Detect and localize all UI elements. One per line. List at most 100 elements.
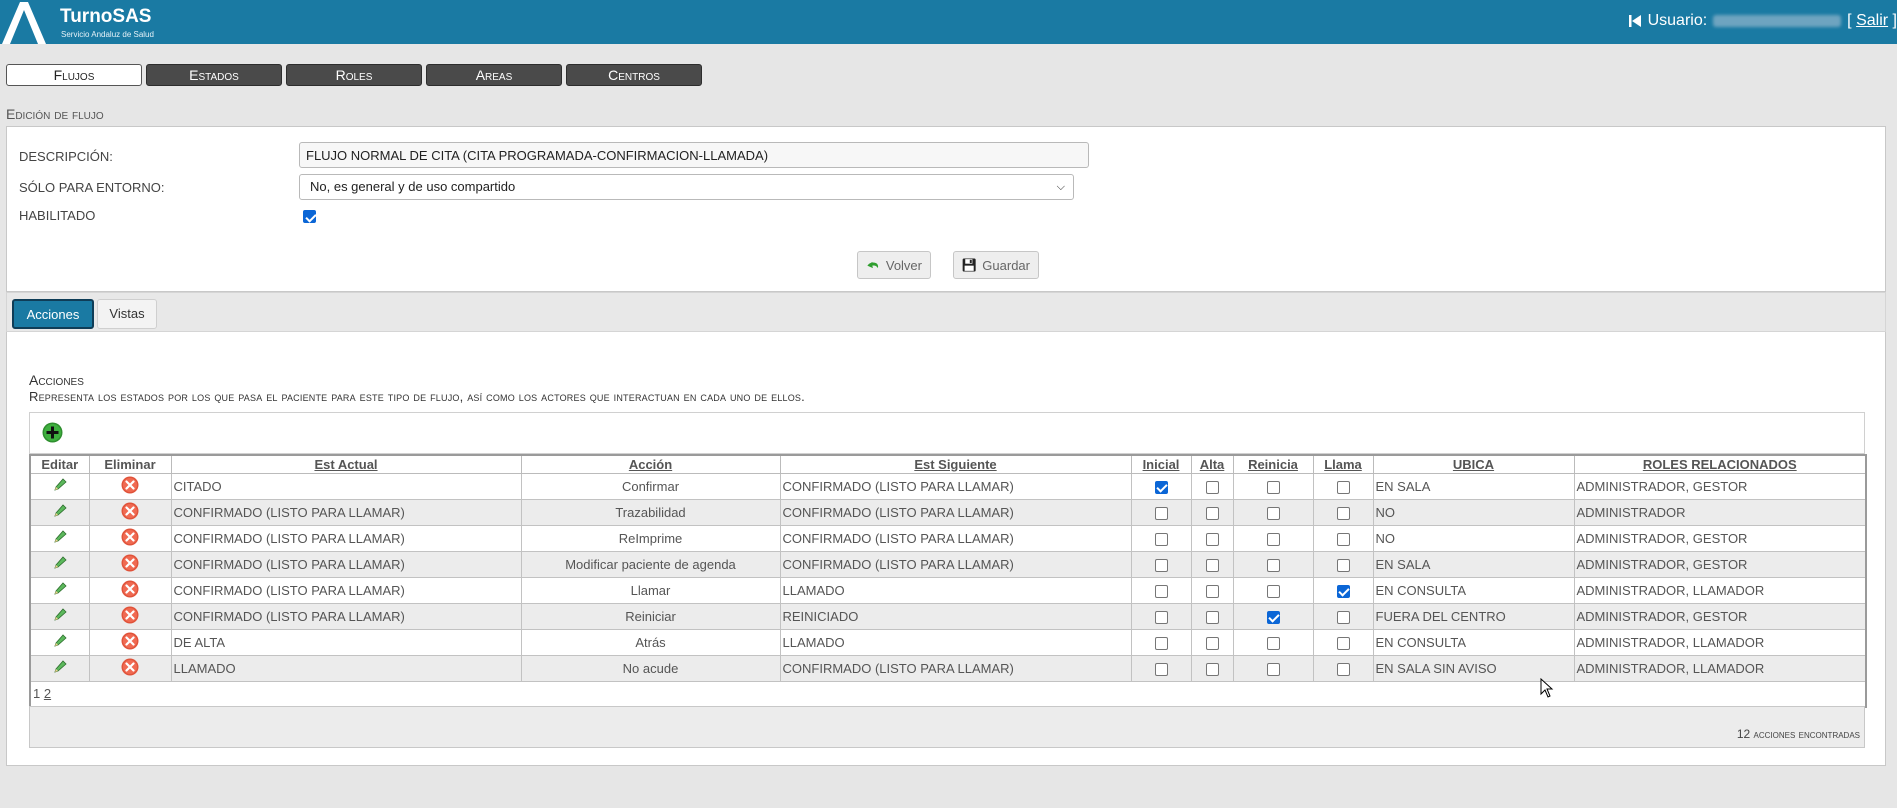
ubica-cell: EN SALA — [1372, 472, 1575, 500]
pager-link-2[interactable]: 2 — [44, 686, 51, 701]
edit-pencil-icon[interactable] — [52, 659, 68, 678]
reinicia-checkbox[interactable] — [1266, 610, 1280, 624]
reinicia-cell — [1232, 628, 1314, 656]
reinicia-cell — [1232, 524, 1314, 552]
tab-acciones[interactable]: Acciones — [12, 299, 94, 329]
alta-checkbox[interactable] — [1205, 532, 1219, 546]
col-est-actual[interactable]: Est Actual — [170, 454, 522, 474]
acciones-panel: Acciones Representa los estados por los … — [6, 332, 1886, 766]
est-siguiente-cell: CONFIRMADO (LISTO PARA LLAMAR) — [779, 472, 1132, 500]
top-header: TurnoSAS Servicio Andaluz de Salud Usuar… — [0, 0, 1897, 44]
llama-checkbox[interactable] — [1336, 662, 1350, 676]
table-row: CONFIRMADO (LISTO PARA LLAMAR) ReImprime C… — [29, 524, 1867, 552]
alta-checkbox[interactable] — [1205, 636, 1219, 650]
llama-checkbox[interactable] — [1336, 532, 1350, 546]
alta-checkbox[interactable] — [1205, 662, 1219, 676]
est-siguiente-cell: CONFIRMADO (LISTO PARA LLAMAR) — [779, 524, 1132, 552]
roles-cell: ADMINISTRADOR, LLAMADOR — [1573, 576, 1867, 604]
inicial-checkbox[interactable] — [1154, 480, 1168, 494]
table-row: LLAMADO No acude CONFIRMADO (LISTO PARA LL… — [29, 654, 1867, 682]
est-actual-cell: CONFIRMADO (LISTO PARA LLAMAR) — [170, 550, 522, 578]
inicial-checkbox[interactable] — [1154, 662, 1168, 676]
reinicia-checkbox[interactable] — [1266, 506, 1280, 520]
delete-icon[interactable] — [121, 606, 139, 627]
reinicia-checkbox[interactable] — [1266, 662, 1280, 676]
delete-icon[interactable] — [121, 502, 139, 523]
tab-vistas[interactable]: Vistas — [97, 299, 157, 329]
reinicia-checkbox[interactable] — [1266, 558, 1280, 572]
inicial-cell — [1130, 576, 1192, 604]
reinicia-checkbox[interactable] — [1266, 480, 1280, 494]
delete-icon[interactable] — [121, 632, 139, 653]
nav-estados[interactable]: Estados — [146, 64, 282, 86]
habilitado-checkbox[interactable] — [303, 210, 316, 224]
llama-checkbox[interactable] — [1336, 636, 1350, 650]
llama-checkbox[interactable] — [1336, 610, 1350, 624]
acciones-table: Editar Eliminar Est Actual Acción Est Si… — [29, 454, 1867, 708]
nav-areas[interactable]: Areas — [426, 64, 562, 86]
roles-cell: ADMINISTRADOR, GESTOR — [1573, 524, 1867, 552]
inicial-checkbox[interactable] — [1154, 558, 1168, 572]
logout-link[interactable]: Salir — [1856, 12, 1888, 30]
alta-cell — [1190, 498, 1234, 526]
alta-checkbox[interactable] — [1205, 584, 1219, 598]
reinicia-checkbox[interactable] — [1266, 584, 1280, 598]
alta-checkbox[interactable] — [1205, 610, 1219, 624]
alta-cell — [1190, 576, 1234, 604]
llama-checkbox[interactable] — [1336, 584, 1350, 598]
inicial-checkbox[interactable] — [1154, 636, 1168, 650]
descripcion-label: DESCRIPCIÓN: — [19, 149, 113, 164]
col-roles[interactable]: ROLES RELACIONADOS — [1573, 454, 1867, 474]
reinicia-checkbox[interactable] — [1266, 532, 1280, 546]
inicial-checkbox[interactable] — [1154, 584, 1168, 598]
edit-pencil-icon[interactable] — [52, 607, 68, 626]
nav-centros[interactable]: Centros — [566, 64, 702, 86]
inicial-checkbox[interactable] — [1154, 532, 1168, 546]
edit-pencil-icon[interactable] — [52, 581, 68, 600]
edit-pencil-icon[interactable] — [52, 555, 68, 574]
delete-icon[interactable] — [121, 658, 139, 679]
col-est-siguiente[interactable]: Est Siguiente — [779, 454, 1132, 474]
est-actual-cell: CONFIRMADO (LISTO PARA LLAMAR) — [170, 498, 522, 526]
guardar-button[interactable]: Guardar — [953, 251, 1039, 279]
delete-icon[interactable] — [121, 554, 139, 575]
delete-icon[interactable] — [121, 528, 139, 549]
salir-bracket-open: [ — [1847, 12, 1852, 29]
inicial-checkbox[interactable] — [1154, 506, 1168, 520]
back-arrow-icon — [867, 261, 879, 269]
table-row: DE ALTA Atrás LLAMADO EN CONSULTA ADMINISTRA… — [29, 628, 1867, 656]
edit-pencil-icon[interactable] — [52, 477, 68, 496]
inicial-checkbox[interactable] — [1154, 610, 1168, 624]
llama-checkbox[interactable] — [1336, 480, 1350, 494]
col-inicial[interactable]: Inicial — [1130, 454, 1192, 474]
alta-checkbox[interactable] — [1205, 506, 1219, 520]
add-icon[interactable] — [42, 422, 63, 443]
col-accion[interactable]: Acción — [520, 454, 781, 474]
delete-icon[interactable] — [121, 476, 139, 497]
reinicia-cell — [1232, 576, 1314, 604]
col-alta[interactable]: Alta — [1190, 454, 1234, 474]
roles-cell: ADMINISTRADOR, LLAMADOR — [1573, 628, 1867, 656]
edit-section-title: Edición de flujo — [6, 106, 104, 122]
edit-pencil-icon[interactable] — [52, 529, 68, 548]
descripcion-input[interactable] — [299, 142, 1089, 168]
col-reinicia[interactable]: Reinicia — [1232, 454, 1314, 474]
grid-footer: 12 acciones encontradas — [29, 706, 1865, 748]
alta-checkbox[interactable] — [1205, 558, 1219, 572]
volver-button[interactable]: Volver — [857, 251, 931, 279]
llama-checkbox[interactable] — [1336, 558, 1350, 572]
edit-pencil-icon[interactable] — [52, 633, 68, 652]
col-ubica[interactable]: UBICA — [1372, 454, 1575, 474]
edit-pencil-icon[interactable] — [52, 503, 68, 522]
entorno-select[interactable]: No, es general y de uso compartido ⌵ — [299, 174, 1074, 200]
pager: 1 2 — [29, 680, 1867, 708]
alta-checkbox[interactable] — [1205, 480, 1219, 494]
reinicia-checkbox[interactable] — [1266, 636, 1280, 650]
inicial-cell — [1130, 628, 1192, 656]
llama-checkbox[interactable] — [1336, 506, 1350, 520]
nav-roles[interactable]: Roles — [286, 64, 422, 86]
skip-back-icon — [1628, 15, 1641, 27]
nav-flujos[interactable]: Flujos — [6, 64, 142, 86]
col-llama[interactable]: Llama — [1312, 454, 1374, 474]
delete-icon[interactable] — [121, 580, 139, 601]
